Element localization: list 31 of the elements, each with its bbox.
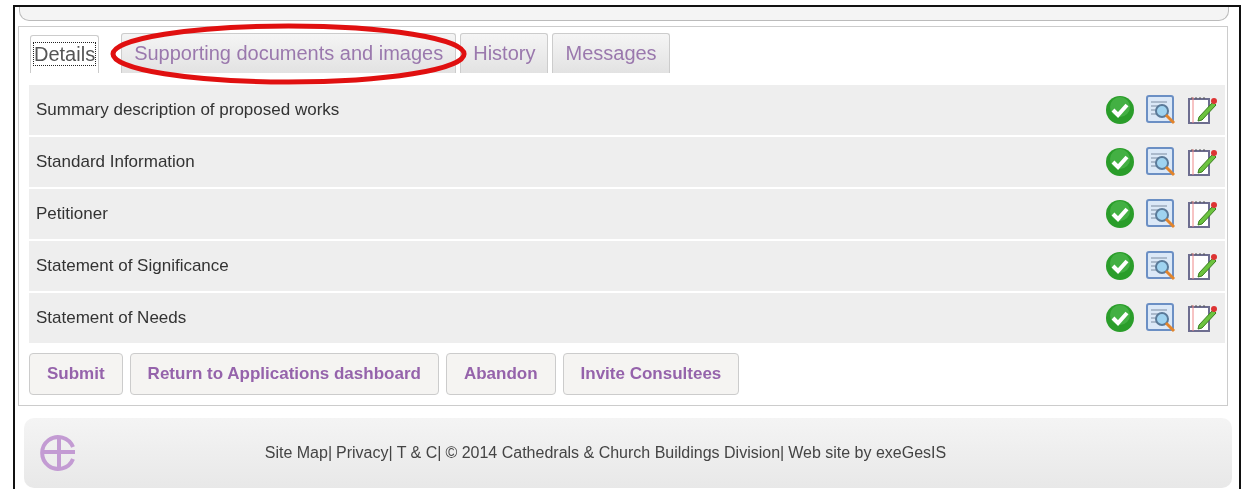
view-icon[interactable]	[1146, 199, 1176, 229]
section-title: Standard Information	[36, 151, 196, 174]
action-button[interactable]: Invite Consultees	[562, 353, 740, 395]
section-title: Statement of Needs	[36, 307, 188, 330]
tab[interactable]: Messages	[552, 33, 670, 73]
edit-icon[interactable]	[1187, 95, 1217, 125]
action-button[interactable]: Return to Applications dashboard	[129, 353, 439, 395]
tab[interactable]: Details	[30, 35, 100, 73]
section-title: Summary description of proposed works	[36, 99, 341, 122]
edit-icon[interactable]	[1187, 303, 1217, 333]
view-icon[interactable]	[1146, 95, 1176, 125]
section-title: Statement of Significance	[36, 255, 230, 278]
footer-link[interactable]: Site Map	[264, 440, 328, 465]
tab[interactable]: History	[460, 33, 549, 73]
separator: |	[388, 442, 393, 463]
section-title: Petitioner	[36, 203, 109, 226]
footer-text: © 2014 Cathedrals & Church Buildings Division	[445, 442, 781, 463]
action-button[interactable]: Abandon	[445, 353, 556, 395]
action-button[interactable]: Submit	[29, 353, 123, 395]
tab[interactable]: Supporting documents and images	[121, 33, 457, 73]
separator: |	[437, 442, 442, 463]
view-icon[interactable]	[1146, 251, 1176, 281]
separator: |	[780, 442, 785, 463]
footer-text: Web site by exeGesIS	[788, 442, 947, 463]
edit-icon[interactable]	[1187, 147, 1217, 177]
view-icon[interactable]	[1146, 303, 1176, 333]
edit-icon[interactable]	[1187, 199, 1217, 229]
edit-icon[interactable]	[1187, 251, 1217, 281]
view-icon[interactable]	[1146, 147, 1176, 177]
footer-link[interactable]: Privacy	[336, 440, 389, 465]
separator: |	[327, 442, 333, 463]
